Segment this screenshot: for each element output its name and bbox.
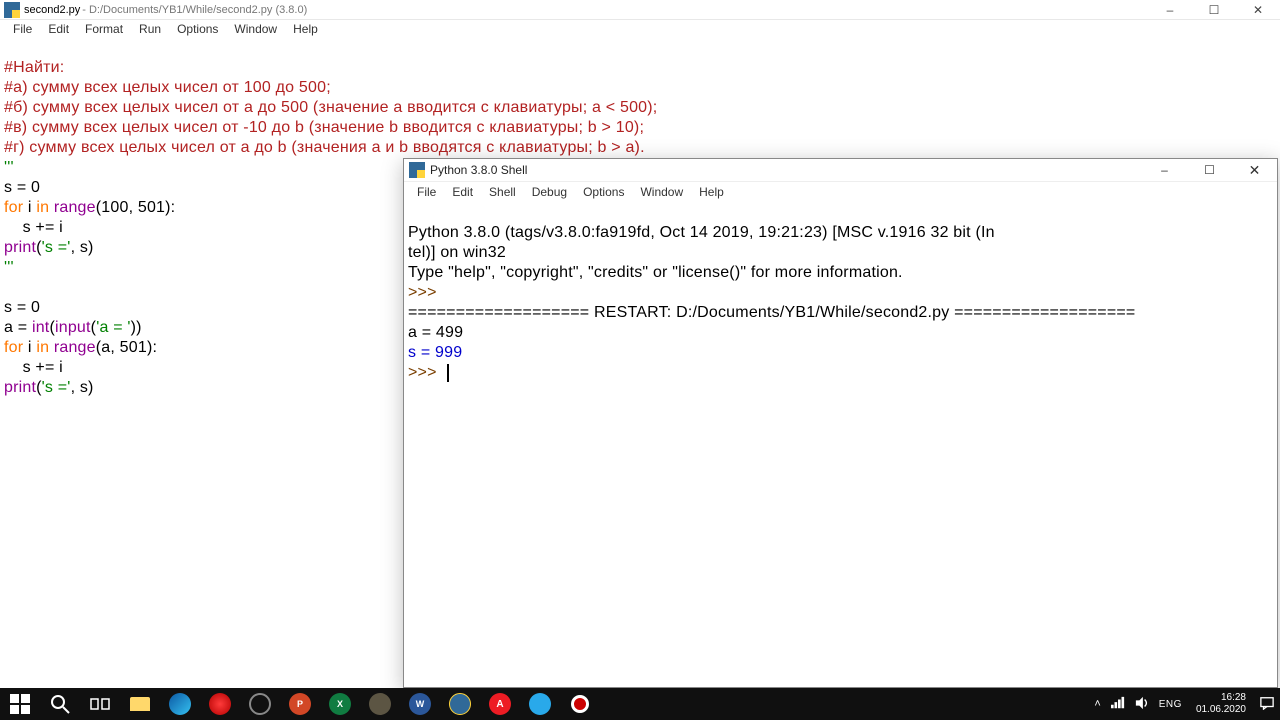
shell-minimize-button[interactable]: – [1142,159,1187,181]
shell-menu-debug[interactable]: Debug [525,184,574,200]
shell-menu-help[interactable]: Help [692,184,731,200]
menu-edit[interactable]: Edit [41,21,76,37]
shell-menu-file[interactable]: File [410,184,443,200]
shell-prompt: >>> [408,284,441,301]
code-line: s += i [4,219,63,236]
tray-network-icon[interactable] [1111,696,1125,713]
code-comment: #в) сумму всех целых чисел от -10 до b (… [4,119,644,136]
taskbar-app-chrome[interactable] [240,688,280,720]
shell-restart-banner: =================== RESTART: D:/Document… [408,304,1135,321]
taskbar-app-edge[interactable] [160,688,200,720]
shell-banner: Python 3.8.0 (tags/v3.8.0:fa919fd, Oct 1… [408,224,995,241]
editor-menubar: File Edit Format Run Options Window Help [0,20,1280,38]
code-line: s += i [4,359,63,376]
taskbar-app-gimp[interactable] [360,688,400,720]
shell-title: Python 3.8.0 Shell [430,163,527,177]
menu-window[interactable]: Window [227,21,284,37]
tray-time: 16:28 [1196,692,1246,704]
shell-titlebar[interactable]: Python 3.8.0 Shell – ☐ ✕ [404,159,1277,181]
text-cursor [447,364,449,382]
menu-help[interactable]: Help [286,21,325,37]
tray-notifications-icon[interactable] [1260,696,1274,713]
taskbar-app-telegram[interactable] [520,688,560,720]
code-comment: #г) сумму всех целых чисел от a до b (зн… [4,139,645,156]
tray-volume-icon[interactable] [1135,696,1149,713]
taskbar-app-word[interactable]: W [400,688,440,720]
editor-close-button[interactable]: ✕ [1236,0,1280,20]
shell-prompt: >>> [408,364,441,381]
tray-clock[interactable]: 16:28 01.06.2020 [1192,689,1250,719]
shell-output-area[interactable]: Python 3.8.0 (tags/v3.8.0:fa919fd, Oct 1… [404,201,1277,405]
editor-title-path: - D:/Documents/YB1/While/second2.py (3.8… [82,4,307,16]
editor-titlebar[interactable]: second2.py - D:/Documents/YB1/While/seco… [0,0,1280,20]
editor-minimize-button[interactable]: – [1148,0,1192,20]
taskbar-app-adobe[interactable]: A [480,688,520,720]
taskbar-app-idle[interactable] [440,688,480,720]
code-docstring: ''' [4,259,14,276]
task-view-icon[interactable] [80,688,120,720]
taskbar-app-excel[interactable]: X [320,688,360,720]
shell-window: Python 3.8.0 Shell – ☐ ✕ File Edit Shell… [403,158,1278,688]
python-file-icon [4,2,20,18]
editor-title-filename: second2.py [24,4,80,16]
taskbar-app-explorer[interactable] [120,688,160,720]
menu-file[interactable]: File [6,21,39,37]
taskbar-app-recorder[interactable] [560,688,600,720]
search-icon[interactable] [40,688,80,720]
shell-input-echo: a = 499 [408,324,463,341]
tray-language-indicator[interactable]: ENG [1159,699,1182,710]
python-shell-icon [409,162,425,178]
menu-format[interactable]: Format [78,21,130,37]
taskbar: P X W A ˄ ENG 16:28 01.06.2020 [0,688,1280,720]
menu-options[interactable]: Options [170,21,225,37]
code-line: s = 0 [4,299,40,316]
taskbar-app-opera[interactable] [200,688,240,720]
editor-window-controls: – ☐ ✕ [1148,0,1280,20]
shell-banner: tel)] on win32 [408,244,506,261]
tray-date: 01.06.2020 [1196,704,1246,716]
code-docstring: ''' [4,159,14,176]
menu-run[interactable]: Run [132,21,168,37]
code-comment: #а) сумму всех целых чисел от 100 до 500… [4,79,331,96]
shell-menubar: File Edit Shell Debug Options Window Hel… [404,181,1277,201]
shell-menu-shell[interactable]: Shell [482,184,523,200]
shell-maximize-button[interactable]: ☐ [1187,159,1232,181]
code-comment: #Найти: [4,59,64,76]
code-kw: for [4,199,28,216]
shell-menu-edit[interactable]: Edit [445,184,480,200]
shell-output-line: s = 999 [408,344,462,361]
code-comment: #б) сумму всех целых чисел от a до 500 (… [4,99,657,116]
shell-window-controls: – ☐ ✕ [1142,159,1277,181]
tray-overflow-icon[interactable]: ˄ [1094,698,1100,710]
start-button[interactable] [0,688,40,720]
shell-menu-window[interactable]: Window [633,184,690,200]
taskbar-app-powerpoint[interactable]: P [280,688,320,720]
system-tray: ˄ ENG 16:28 01.06.2020 [1094,689,1280,719]
shell-menu-options[interactable]: Options [576,184,631,200]
editor-maximize-button[interactable]: ☐ [1192,0,1236,20]
code-line: s = 0 [4,179,40,196]
shell-close-button[interactable]: ✕ [1232,159,1277,181]
